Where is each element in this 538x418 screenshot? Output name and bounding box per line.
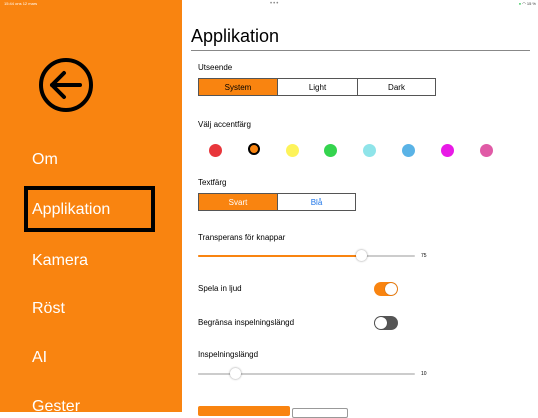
accent-color-swatch[interactable] <box>248 143 260 155</box>
accent-color-swatch[interactable] <box>363 144 376 157</box>
limit-recording-toggle[interactable] <box>374 316 398 330</box>
limit-recording-label: Begränsa inspelningslängd <box>198 318 295 327</box>
recording-length-slider-knob[interactable] <box>229 368 241 379</box>
title-divider <box>191 50 530 51</box>
appearance-segmented-control: System Light Dark <box>198 78 436 96</box>
transparency-slider-fill <box>198 255 361 257</box>
appearance-option-system[interactable]: System <box>199 79 277 95</box>
appearance-option-light[interactable]: Light <box>277 79 357 95</box>
bottom-secondary-button[interactable] <box>292 408 348 418</box>
appearance-label: Utseende <box>198 63 233 72</box>
sidebar-item-rost[interactable]: Röst <box>32 300 65 318</box>
back-arrow-icon[interactable] <box>38 57 94 113</box>
transparency-slider-knob[interactable] <box>355 250 367 261</box>
limit-recording-toggle-knob <box>375 317 387 329</box>
play-sound-toggle-knob <box>385 283 397 295</box>
play-sound-label: Spela in ljud <box>198 284 242 293</box>
page-title: Applikation <box>191 26 280 46</box>
sidebar: 15:44 ons 12 mars Om Applikation Kamera … <box>0 0 182 415</box>
recording-length-value: 10 <box>421 371 427 377</box>
transparency-slider[interactable] <box>198 250 415 261</box>
appearance-option-dark[interactable]: Dark <box>357 79 435 95</box>
text-color-option-svart[interactable]: Svart <box>199 194 277 210</box>
status-time: 15:44 ons 12 mars <box>4 1 38 6</box>
wifi-icon: ◠ <box>522 1 526 6</box>
accent-color-swatch[interactable] <box>209 144 222 157</box>
transparency-label: Transperans för knappar <box>198 233 286 242</box>
status-battery: ● ◠ 15 % <box>518 1 536 6</box>
play-sound-toggle[interactable] <box>374 282 398 296</box>
text-color-segmented-control: Svart Blå <box>198 193 356 211</box>
sidebar-item-ai[interactable]: AI <box>32 349 47 367</box>
multitask-dots[interactable]: ••• <box>270 1 279 7</box>
accent-color-label: Välj accentfärg <box>198 120 251 129</box>
sidebar-item-om[interactable]: Om <box>32 151 58 169</box>
accent-color-swatch[interactable] <box>480 144 493 157</box>
sidebar-item-gester[interactable]: Gester <box>32 398 80 416</box>
text-color-option-bla[interactable]: Blå <box>277 194 355 210</box>
accent-color-swatch[interactable] <box>441 144 454 157</box>
transparency-value: 75 <box>421 253 427 259</box>
recording-length-label: Inspelningslängd <box>198 350 259 359</box>
accent-color-swatch[interactable] <box>402 144 415 157</box>
sidebar-item-applikation[interactable]: Applikation <box>32 201 110 219</box>
recording-length-slider[interactable] <box>198 368 415 379</box>
text-color-label: Textfärg <box>198 178 227 187</box>
sidebar-item-kamera[interactable]: Kamera <box>32 252 88 270</box>
bottom-action-button[interactable] <box>198 406 290 416</box>
accent-color-swatch[interactable] <box>286 144 299 157</box>
accent-color-swatch[interactable] <box>324 144 337 157</box>
